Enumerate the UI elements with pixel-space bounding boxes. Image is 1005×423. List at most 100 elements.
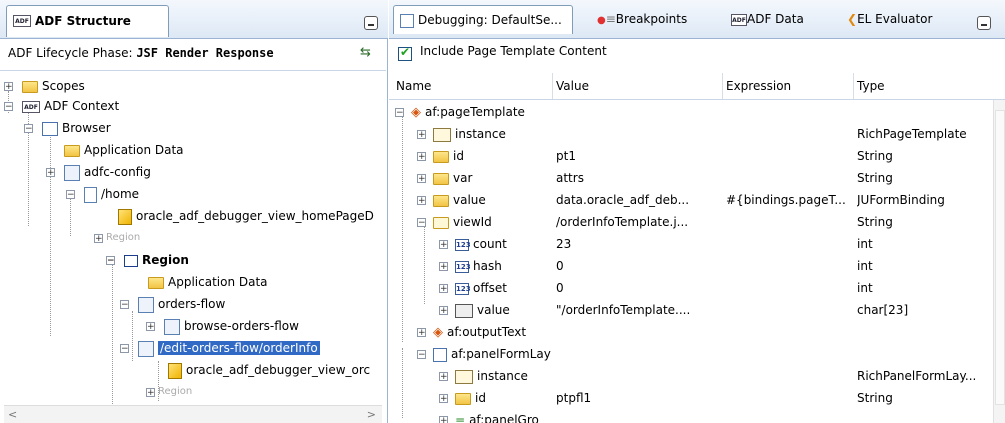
- folder-icon: [433, 150, 449, 163]
- tag-icon: ◈: [433, 324, 443, 340]
- tab-adf-data-label: ADF Data: [747, 12, 804, 26]
- expand-icon[interactable]: +: [439, 416, 448, 423]
- row-value: 0: [556, 259, 564, 273]
- tree-node-edit-orders-flow[interactable]: − /edit-orders-flow/orderInfo: [118, 338, 320, 358]
- row-value: pt1: [556, 149, 576, 163]
- collapse-icon[interactable]: −: [66, 190, 75, 200]
- tree-node-browser[interactable]: − Browser: [20, 118, 111, 138]
- lifecycle-phase-value: JSF Render Response: [136, 46, 274, 60]
- minimize-icon[interactable]: [977, 16, 991, 30]
- table-row[interactable]: + instance RichPageTemplate: [389, 124, 993, 144]
- tree-node-home[interactable]: − /home: [64, 184, 139, 204]
- table-row[interactable]: + ≡ af:panelGro: [389, 410, 993, 423]
- expand-icon[interactable]: +: [94, 234, 103, 244]
- expand-icon[interactable]: +: [439, 306, 448, 316]
- panel-form-icon: [433, 347, 447, 362]
- tab-adf-structure[interactable]: ADF ADF Structure: [6, 5, 169, 37]
- expand-icon[interactable]: +: [439, 284, 448, 294]
- adf-icon: ADF: [731, 13, 747, 26]
- tree-node-orderinfo-view[interactable]: oracle_adf_debugger_view_orc: [168, 360, 370, 380]
- table-row[interactable]: +123 hash 0 int: [389, 256, 993, 276]
- scroll-right-icon[interactable]: >: [367, 408, 376, 421]
- expand-icon[interactable]: +: [417, 196, 426, 206]
- table-row[interactable]: + id pt1 String: [389, 146, 993, 166]
- collapse-icon[interactable]: −: [4, 102, 13, 112]
- taskflow-icon: [64, 164, 80, 181]
- row-name: value: [477, 303, 510, 317]
- collapse-icon[interactable]: −: [24, 124, 33, 134]
- row-value: data.oracle_adf_deb...: [556, 193, 690, 207]
- expand-icon[interactable]: +: [439, 372, 448, 382]
- expand-icon[interactable]: +: [417, 174, 426, 184]
- collapse-icon[interactable]: −: [417, 218, 426, 228]
- toggle-tree-icon[interactable]: ⇆: [360, 46, 376, 60]
- table-row[interactable]: + instance RichPanelFormLay...: [389, 366, 993, 386]
- minimize-icon[interactable]: [364, 16, 378, 30]
- table-row[interactable]: − ◈ af:pageTemplate: [389, 102, 993, 122]
- horizontal-scrollbar[interactable]: < >: [4, 405, 382, 423]
- expand-icon[interactable]: +: [417, 152, 426, 162]
- tab-adf-data[interactable]: ADFADF Data: [731, 5, 804, 33]
- tree-node-region-disabled[interactable]: + Region: [92, 228, 140, 248]
- tree-node-browse-orders-flow[interactable]: + browse-orders-flow: [144, 316, 299, 336]
- table-row[interactable]: + ◈ af:outputText: [389, 322, 993, 342]
- adf-icon: ADF: [13, 15, 31, 27]
- table-row[interactable]: +123 offset 0 int: [389, 278, 993, 298]
- col-expression-header[interactable]: Expression: [726, 79, 791, 93]
- table-row[interactable]: + id ptpfl1 String: [389, 388, 993, 408]
- table-row[interactable]: + value "/orderInfoTemplate.... char[23]: [389, 300, 993, 320]
- scroll-left-icon[interactable]: <: [8, 408, 17, 421]
- tab-breakpoints[interactable]: ●≡Breakpoints: [597, 5, 687, 33]
- row-name: hash: [473, 259, 502, 273]
- include-template-checkbox[interactable]: [398, 45, 412, 61]
- collapse-icon[interactable]: −: [395, 108, 404, 118]
- left-tab-bar: ADF ADF Structure: [0, 0, 388, 39]
- collapse-icon[interactable]: −: [106, 256, 115, 266]
- expand-icon[interactable]: +: [439, 240, 448, 250]
- vertical-scrollbar[interactable]: [993, 100, 1005, 423]
- collapse-icon[interactable]: −: [417, 350, 426, 360]
- table-row[interactable]: + var attrs String: [389, 168, 993, 188]
- expand-icon[interactable]: +: [146, 322, 155, 332]
- collapse-icon[interactable]: −: [120, 300, 129, 310]
- tab-debugging[interactable]: Debugging: DefaultSe...: [393, 5, 573, 34]
- tree-node-region-disabled-2[interactable]: + Region: [144, 382, 192, 402]
- row-name: id: [453, 149, 464, 163]
- structure-tree[interactable]: + Scopes − ADF ADF Context − Browser Appl…: [0, 70, 386, 406]
- tree-node-adf-context[interactable]: − ADF ADF Context: [0, 96, 119, 116]
- tree-node-adfc-config[interactable]: + adfc-config: [44, 162, 151, 182]
- row-type: String: [857, 391, 893, 405]
- tree-node-label: orders-flow: [158, 297, 226, 311]
- tree-node-label: oracle_adf_debugger_view_orc: [186, 363, 371, 377]
- expand-icon[interactable]: +: [417, 130, 426, 140]
- row-name: instance: [477, 369, 528, 383]
- col-type-header[interactable]: Type: [857, 79, 885, 93]
- row-type: RichPanelFormLay...: [857, 369, 977, 383]
- table-row[interactable]: + value data.oracle_adf_deb... #{bindings.p…: [389, 190, 993, 210]
- collapse-icon[interactable]: −: [120, 344, 129, 354]
- tab-el-evaluator[interactable]: ❮EL Evaluator: [847, 5, 932, 33]
- expand-icon[interactable]: +: [439, 394, 448, 404]
- table-row[interactable]: +123 count 23 int: [389, 234, 993, 254]
- table-row[interactable]: − viewId/orderInfoTemplate.j... String: [389, 212, 993, 232]
- expand-icon[interactable]: +: [439, 262, 448, 272]
- tree-node-homepage-view[interactable]: oracle_adf_debugger_view_homePageD: [118, 206, 374, 226]
- region-icon: [124, 254, 138, 267]
- scroll-thumb[interactable]: [995, 110, 1005, 405]
- expand-icon[interactable]: +: [4, 82, 13, 92]
- adf-data-table[interactable]: − ◈ af:pageTemplate + instance RichPageTempla…: [389, 100, 993, 423]
- expand-icon[interactable]: +: [46, 168, 55, 178]
- tree-node-region-application-data[interactable]: Application Data: [148, 272, 268, 292]
- col-name-header[interactable]: Name: [396, 79, 431, 93]
- tab-breakpoints-label: Breakpoints: [615, 12, 688, 26]
- expand-icon[interactable]: +: [417, 328, 426, 338]
- expand-icon[interactable]: +: [146, 388, 155, 398]
- tree-node-label: /home: [101, 187, 140, 201]
- tree-node-scopes[interactable]: + Scopes: [0, 76, 85, 96]
- tree-node-application-data[interactable]: Application Data: [64, 140, 184, 160]
- tree-node-orders-flow[interactable]: − orders-flow: [118, 294, 225, 314]
- tree-node-region[interactable]: − Region: [104, 250, 189, 270]
- table-row[interactable]: − af:panelFormLay: [389, 344, 993, 364]
- number-icon: 123: [455, 260, 471, 273]
- col-value-header[interactable]: Value: [556, 79, 589, 93]
